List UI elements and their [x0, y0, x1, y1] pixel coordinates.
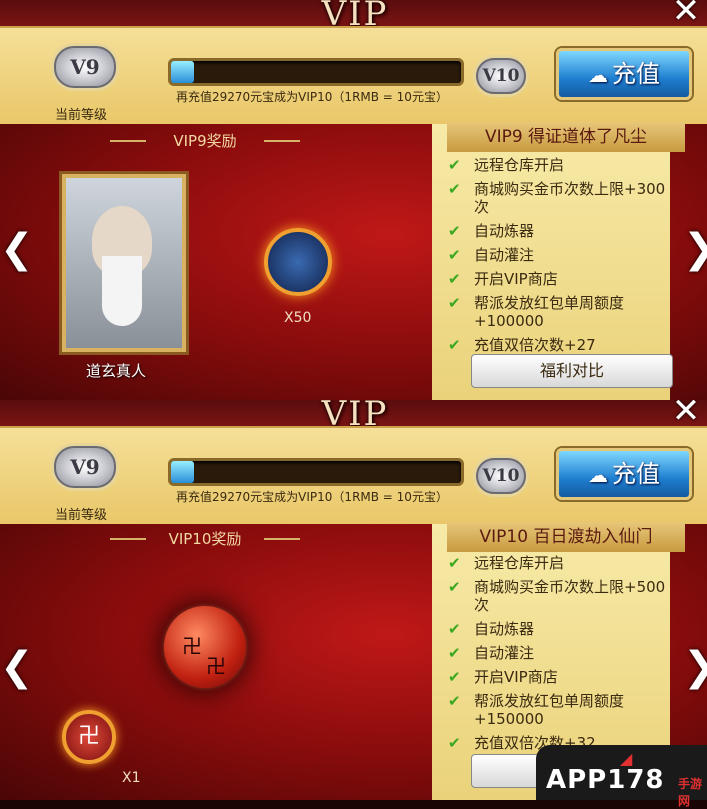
- current-level-label: 当前等级: [55, 108, 108, 123]
- benefit-title: VIP9 得证道体了凡尘: [447, 122, 685, 152]
- benefit-item: ✔ 商城购买金币次数上限+300次: [446, 180, 666, 216]
- benefit-text: 远程仓库开启: [474, 156, 565, 174]
- benefit-text: 帮派发放红包单周额度+100000: [474, 294, 625, 330]
- check-icon: ✔: [448, 336, 461, 354]
- compare-benefits-button[interactable]: 福利对比: [471, 354, 673, 388]
- check-icon: ✔: [448, 692, 461, 710]
- benefit-item: ✔ 帮派发放红包单周额度+100000: [446, 294, 666, 330]
- benefit-text: 自动灌注: [474, 644, 535, 662]
- benefit-item: ✔ 自动炼器: [446, 222, 666, 240]
- watermark-text: APP178: [546, 765, 665, 795]
- benefit-item: ✔ 远程仓库开启: [446, 554, 666, 572]
- prev-arrow-icon[interactable]: ❮: [0, 642, 34, 692]
- check-icon: ✔: [448, 578, 461, 596]
- benefit-text: 远程仓库开启: [474, 554, 565, 572]
- check-icon: ✔: [448, 180, 461, 198]
- progress-text: 再充值29270元宝成为VIP10（1RMB = 10元宝）: [176, 490, 448, 504]
- cloud-icon: ☁: [588, 463, 608, 487]
- benefit-text: 商城购买金币次数上限+500次: [474, 578, 666, 614]
- vip-progress-bar: [168, 58, 464, 86]
- rewards-title: VIP9奖励: [110, 128, 300, 154]
- benefit-item: ✔ 自动炼器: [446, 620, 666, 638]
- watermark-logo: ◢ APP178 手游网: [536, 745, 707, 808]
- benefit-text: 帮派发放红包单周额度+150000: [474, 692, 625, 728]
- benefit-text: 充值双倍次数+27: [474, 336, 596, 354]
- level-header: V9 当前等级 再充值29270元宝成为VIP10（1RMB = 10元宝） V…: [0, 26, 707, 129]
- reward-card-name: 道玄真人: [86, 362, 147, 380]
- prev-arrow-icon[interactable]: ❮: [0, 224, 34, 274]
- benefit-text: 开启VIP商店: [474, 270, 558, 288]
- vip-progress-bar: [168, 458, 464, 486]
- current-level-badge: V9: [54, 46, 116, 88]
- reward-item-icon[interactable]: 卍: [62, 710, 116, 764]
- reward-item-icon[interactable]: [264, 228, 332, 296]
- hero-beard: [102, 256, 142, 326]
- next-arrow-icon[interactable]: ❯: [683, 224, 707, 274]
- progress-fill: [171, 61, 195, 83]
- benefit-list: ✔ 远程仓库开启 ✔ 商城购买金币次数上限+300次 ✔ 自动炼器 ✔ 自动灌注 ✔ 开启VIP商…: [446, 156, 666, 360]
- next-level-badge: V10: [476, 58, 526, 94]
- check-icon: ✔: [448, 246, 461, 264]
- next-level-badge: V10: [476, 458, 526, 494]
- cloud-icon: ☁: [588, 63, 608, 87]
- benefit-item: ✔ 自动灌注: [446, 246, 666, 264]
- benefit-item: ✔ 商城购买金币次数上限+500次: [446, 578, 666, 614]
- benefit-item: ✔ 帮派发放红包单周额度+150000: [446, 692, 666, 728]
- benefit-text: 自动灌注: [474, 246, 535, 264]
- vip-panel-1: VIP ✕ V9 当前等级 再充值29270元宝成为VIP10（1RMB = 1…: [0, 0, 707, 400]
- reward-hero-card[interactable]: [62, 174, 186, 352]
- check-icon: ✔: [448, 270, 461, 288]
- check-icon: ✔: [448, 620, 461, 638]
- check-icon: ✔: [448, 222, 461, 240]
- check-icon: ✔: [448, 156, 461, 174]
- reward-item-count: X50: [284, 310, 312, 326]
- check-icon: ✔: [448, 294, 461, 312]
- rewards-title: VIP10奖励: [110, 526, 300, 552]
- benefit-item: ✔ 远程仓库开启: [446, 156, 666, 174]
- progress-fill: [171, 461, 195, 483]
- check-icon: ✔: [448, 644, 461, 662]
- benefit-item: ✔ 自动灌注: [446, 644, 666, 662]
- level-header: V9 当前等级 再充值29270元宝成为VIP10（1RMB = 10元宝） V…: [0, 426, 707, 529]
- check-icon: ✔: [448, 554, 461, 572]
- swastika-icon: 卍: [206, 654, 226, 678]
- current-level-label: 当前等级: [55, 508, 108, 523]
- progress-text: 再充值29270元宝成为VIP10（1RMB = 10元宝）: [176, 90, 448, 104]
- recharge-button[interactable]: ☁ 充值: [556, 48, 692, 100]
- benefit-list: ✔ 远程仓库开启 ✔ 商城购买金币次数上限+500次 ✔ 自动炼器 ✔ 自动灌注 ✔ 开启VIP商…: [446, 554, 666, 758]
- swastika-icon: 卍: [182, 634, 202, 658]
- benefit-item: ✔ 开启VIP商店: [446, 668, 666, 686]
- next-arrow-icon[interactable]: ❯: [683, 642, 707, 692]
- reward-orb[interactable]: 卍 卍: [164, 606, 246, 688]
- benefit-text: 自动炼器: [474, 222, 535, 240]
- recharge-button[interactable]: ☁ 充值: [556, 448, 692, 500]
- vip-panel-2: VIP ✕ V9 当前等级 再充值29270元宝成为VIP10（1RMB = 1…: [0, 400, 707, 800]
- benefit-item: ✔ 开启VIP商店: [446, 270, 666, 288]
- check-icon: ✔: [448, 668, 461, 686]
- benefit-item: ✔ 充值双倍次数+27: [446, 336, 666, 354]
- benefit-text: 自动炼器: [474, 620, 535, 638]
- benefit-text: 商城购买金币次数上限+300次: [474, 180, 666, 216]
- benefit-text: 开启VIP商店: [474, 668, 558, 686]
- reward-item-count: X1: [122, 770, 141, 786]
- benefit-title: VIP10 百日渡劫入仙门: [447, 522, 685, 552]
- check-icon: ✔: [448, 734, 461, 752]
- current-level-badge: V9: [54, 446, 116, 488]
- watermark-sub: 手游网: [678, 777, 703, 808]
